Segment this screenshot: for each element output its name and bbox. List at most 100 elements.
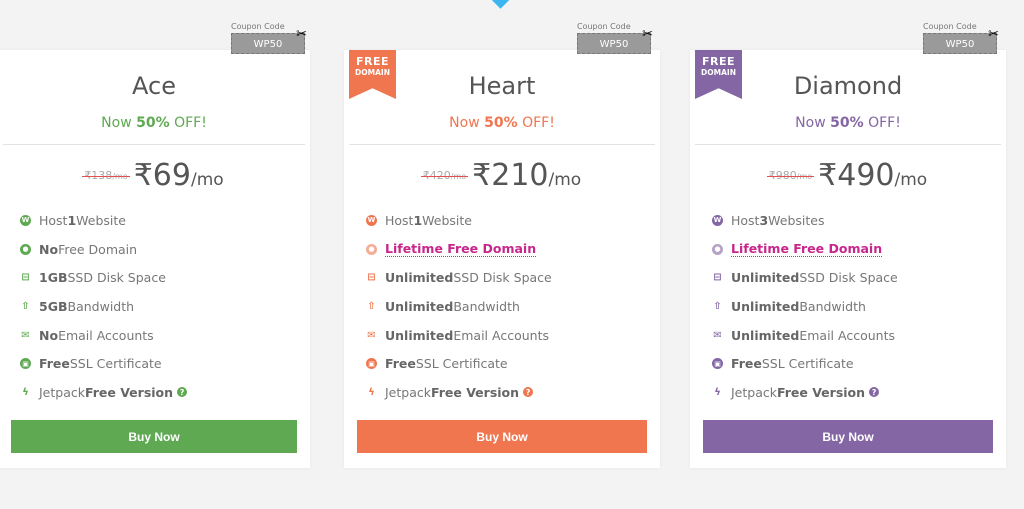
feature-text-pre: Host <box>385 212 414 228</box>
feature-text-post: SSD Disk Space <box>67 270 166 286</box>
feature-text-post: Website <box>76 212 127 228</box>
price-unit: /mo <box>190 170 224 190</box>
feature-text-pre: Host <box>731 212 760 228</box>
feature-text-bold: Free Version <box>84 384 174 400</box>
wordpress-icon: W <box>20 214 31 226</box>
bolt-icon: ϟ <box>714 386 721 398</box>
help-icon[interactable]: ? <box>869 387 880 398</box>
feature-item: W Host 1 Website <box>366 206 552 235</box>
price-unit: /mo <box>548 170 582 190</box>
plan-card-ace: Ace Now 50% OFF! ₹138/mo ₹69/mo W Host 1 We… <box>0 50 310 468</box>
discount-prefix: Now <box>449 115 485 131</box>
feature-item: ● Lifetime Free Domain <box>366 235 552 264</box>
plan-title: Diamond <box>793 72 903 100</box>
feature-text-bold: Unlimited <box>385 298 454 314</box>
feature-item: ▣ Free SSL Certificate <box>712 349 898 378</box>
lock-icon: ▣ <box>366 358 377 370</box>
coupon-code-tag[interactable]: Coupon Code WP50 ✂ <box>577 22 653 54</box>
feature-text-post: SSD Disk Space <box>453 270 552 286</box>
price-block: ₹980/mo ₹490/mo <box>690 158 1006 193</box>
coupon-code[interactable]: WP50 ✂ <box>231 28 307 54</box>
feature-item: ϟ Jetpack Free Version? <box>366 378 552 407</box>
buy-now-button[interactable]: Buy Now <box>11 420 297 453</box>
feature-text-post: SSL Certificate <box>761 356 854 372</box>
current-price: ₹490 <box>818 158 895 193</box>
original-price-value: ₹420 <box>422 169 451 182</box>
feature-text-bold: 5GB <box>39 298 68 314</box>
feature-item: ✉ Unlimited Email Accounts <box>366 321 552 350</box>
original-price: ₹420/mo <box>420 169 469 182</box>
discount-text: Now 50% OFF! <box>0 115 310 131</box>
plan-card-diamond: FREE DOMAIN Diamond Now 50% OFF! ₹980/mo ₹… <box>690 50 1006 468</box>
envelope-icon: ✉ <box>367 329 376 341</box>
feature-text-post: SSD Disk Space <box>799 270 898 286</box>
feature-text-bold: Unlimited <box>731 270 800 286</box>
feature-item: ● No Free Domain <box>20 235 187 264</box>
feature-item: ⊟ Unlimited SSD Disk Space <box>366 263 552 292</box>
upload-icon: ⇧ <box>21 300 30 312</box>
divider <box>349 144 655 145</box>
feature-text-pre: Host <box>39 212 68 228</box>
feature-text-post: SSL Certificate <box>69 356 162 372</box>
feature-text-bold: Free Version <box>430 384 520 400</box>
discount-suffix: OFF! <box>863 115 901 131</box>
feature-text-bold: 1 <box>413 212 423 228</box>
original-price-unit: /mo <box>796 172 813 181</box>
feature-item: ⇧ Unlimited Bandwidth <box>366 292 552 321</box>
coupon-code[interactable]: WP50 ✂ <box>923 28 999 54</box>
feature-text-post: SSL Certificate <box>415 356 508 372</box>
feature-text-bold: Unlimited <box>731 327 800 343</box>
lock-icon: ▣ <box>712 358 723 370</box>
feature-text-bold: 1GB <box>39 270 68 286</box>
help-icon[interactable]: ? <box>177 387 188 398</box>
feature-text-bold: Unlimited <box>385 270 454 286</box>
help-icon[interactable]: ? <box>523 387 534 398</box>
coupon-code[interactable]: WP50 ✂ <box>577 28 653 54</box>
feature-text-bold: Free <box>731 356 762 372</box>
lifetime-free-domain-link[interactable]: Lifetime Free Domain <box>731 241 883 258</box>
current-price: ₹210 <box>472 158 549 193</box>
price-block: ₹420/mo ₹210/mo <box>344 158 660 193</box>
buy-now-button[interactable]: Buy Now <box>703 420 993 453</box>
coupon-label: Coupon Code <box>923 22 977 31</box>
lock-icon: ▣ <box>20 358 31 370</box>
coupon-code-tag[interactable]: Coupon Code WP50 ✂ <box>231 22 307 54</box>
envelope-icon: ✉ <box>21 329 30 341</box>
feature-text-post: Bandwidth <box>67 298 135 314</box>
globe-icon: ● <box>712 243 723 255</box>
ribbon-line1: FREE <box>701 55 735 68</box>
buy-now-button[interactable]: Buy Now <box>357 420 647 453</box>
feature-item: ⇧ Unlimited Bandwidth <box>712 292 898 321</box>
discount-suffix: OFF! <box>517 115 555 131</box>
wordpress-icon: W <box>366 214 377 226</box>
original-price-unit: /mo <box>450 172 467 181</box>
plan-title: Heart <box>468 72 536 100</box>
feature-text-bold: 1 <box>67 212 77 228</box>
feature-text-post: Website <box>422 212 473 228</box>
feature-item: W Host 3 Websites <box>712 206 898 235</box>
divider <box>3 144 305 145</box>
lifetime-free-domain-link[interactable]: Lifetime Free Domain <box>385 241 537 258</box>
feature-item: ⇧ 5GB Bandwidth <box>20 292 187 321</box>
discount-prefix: Now <box>101 115 137 131</box>
original-price-value: ₹980 <box>768 169 797 182</box>
feature-item: ✉ No Email Accounts <box>20 321 187 350</box>
feature-text-bold: 3 <box>759 212 769 228</box>
ribbon-line1: FREE <box>355 55 389 68</box>
coupon-code-value: WP50 <box>253 39 283 50</box>
coupon-code-tag[interactable]: Coupon Code WP50 ✂ <box>923 22 999 54</box>
feature-item: ⊟ 1GB SSD Disk Space <box>20 263 187 292</box>
feature-text-pre: Jetpack <box>731 384 777 400</box>
feature-text-post: Bandwidth <box>453 298 520 314</box>
feature-item: ϟ Jetpack Free Version? <box>20 378 188 407</box>
scissors-icon: ✂ <box>642 27 653 42</box>
feature-item: ▣ Free SSL Certificate <box>20 349 187 378</box>
feature-text-bold: Free <box>385 356 416 372</box>
plan-card-heart: FREE DOMAIN Heart Now 50% OFF! ₹420/mo ₹21… <box>344 50 660 468</box>
bolt-icon: ϟ <box>22 386 29 398</box>
coupon-label: Coupon Code <box>231 22 285 31</box>
feature-text-bold: No <box>39 241 59 257</box>
feature-list: W Host 1 Website ● Lifetime Free Domain ⊟ Unl… <box>366 206 552 407</box>
feature-text-bold: No <box>39 327 59 343</box>
discount-prefix: Now <box>795 115 831 131</box>
